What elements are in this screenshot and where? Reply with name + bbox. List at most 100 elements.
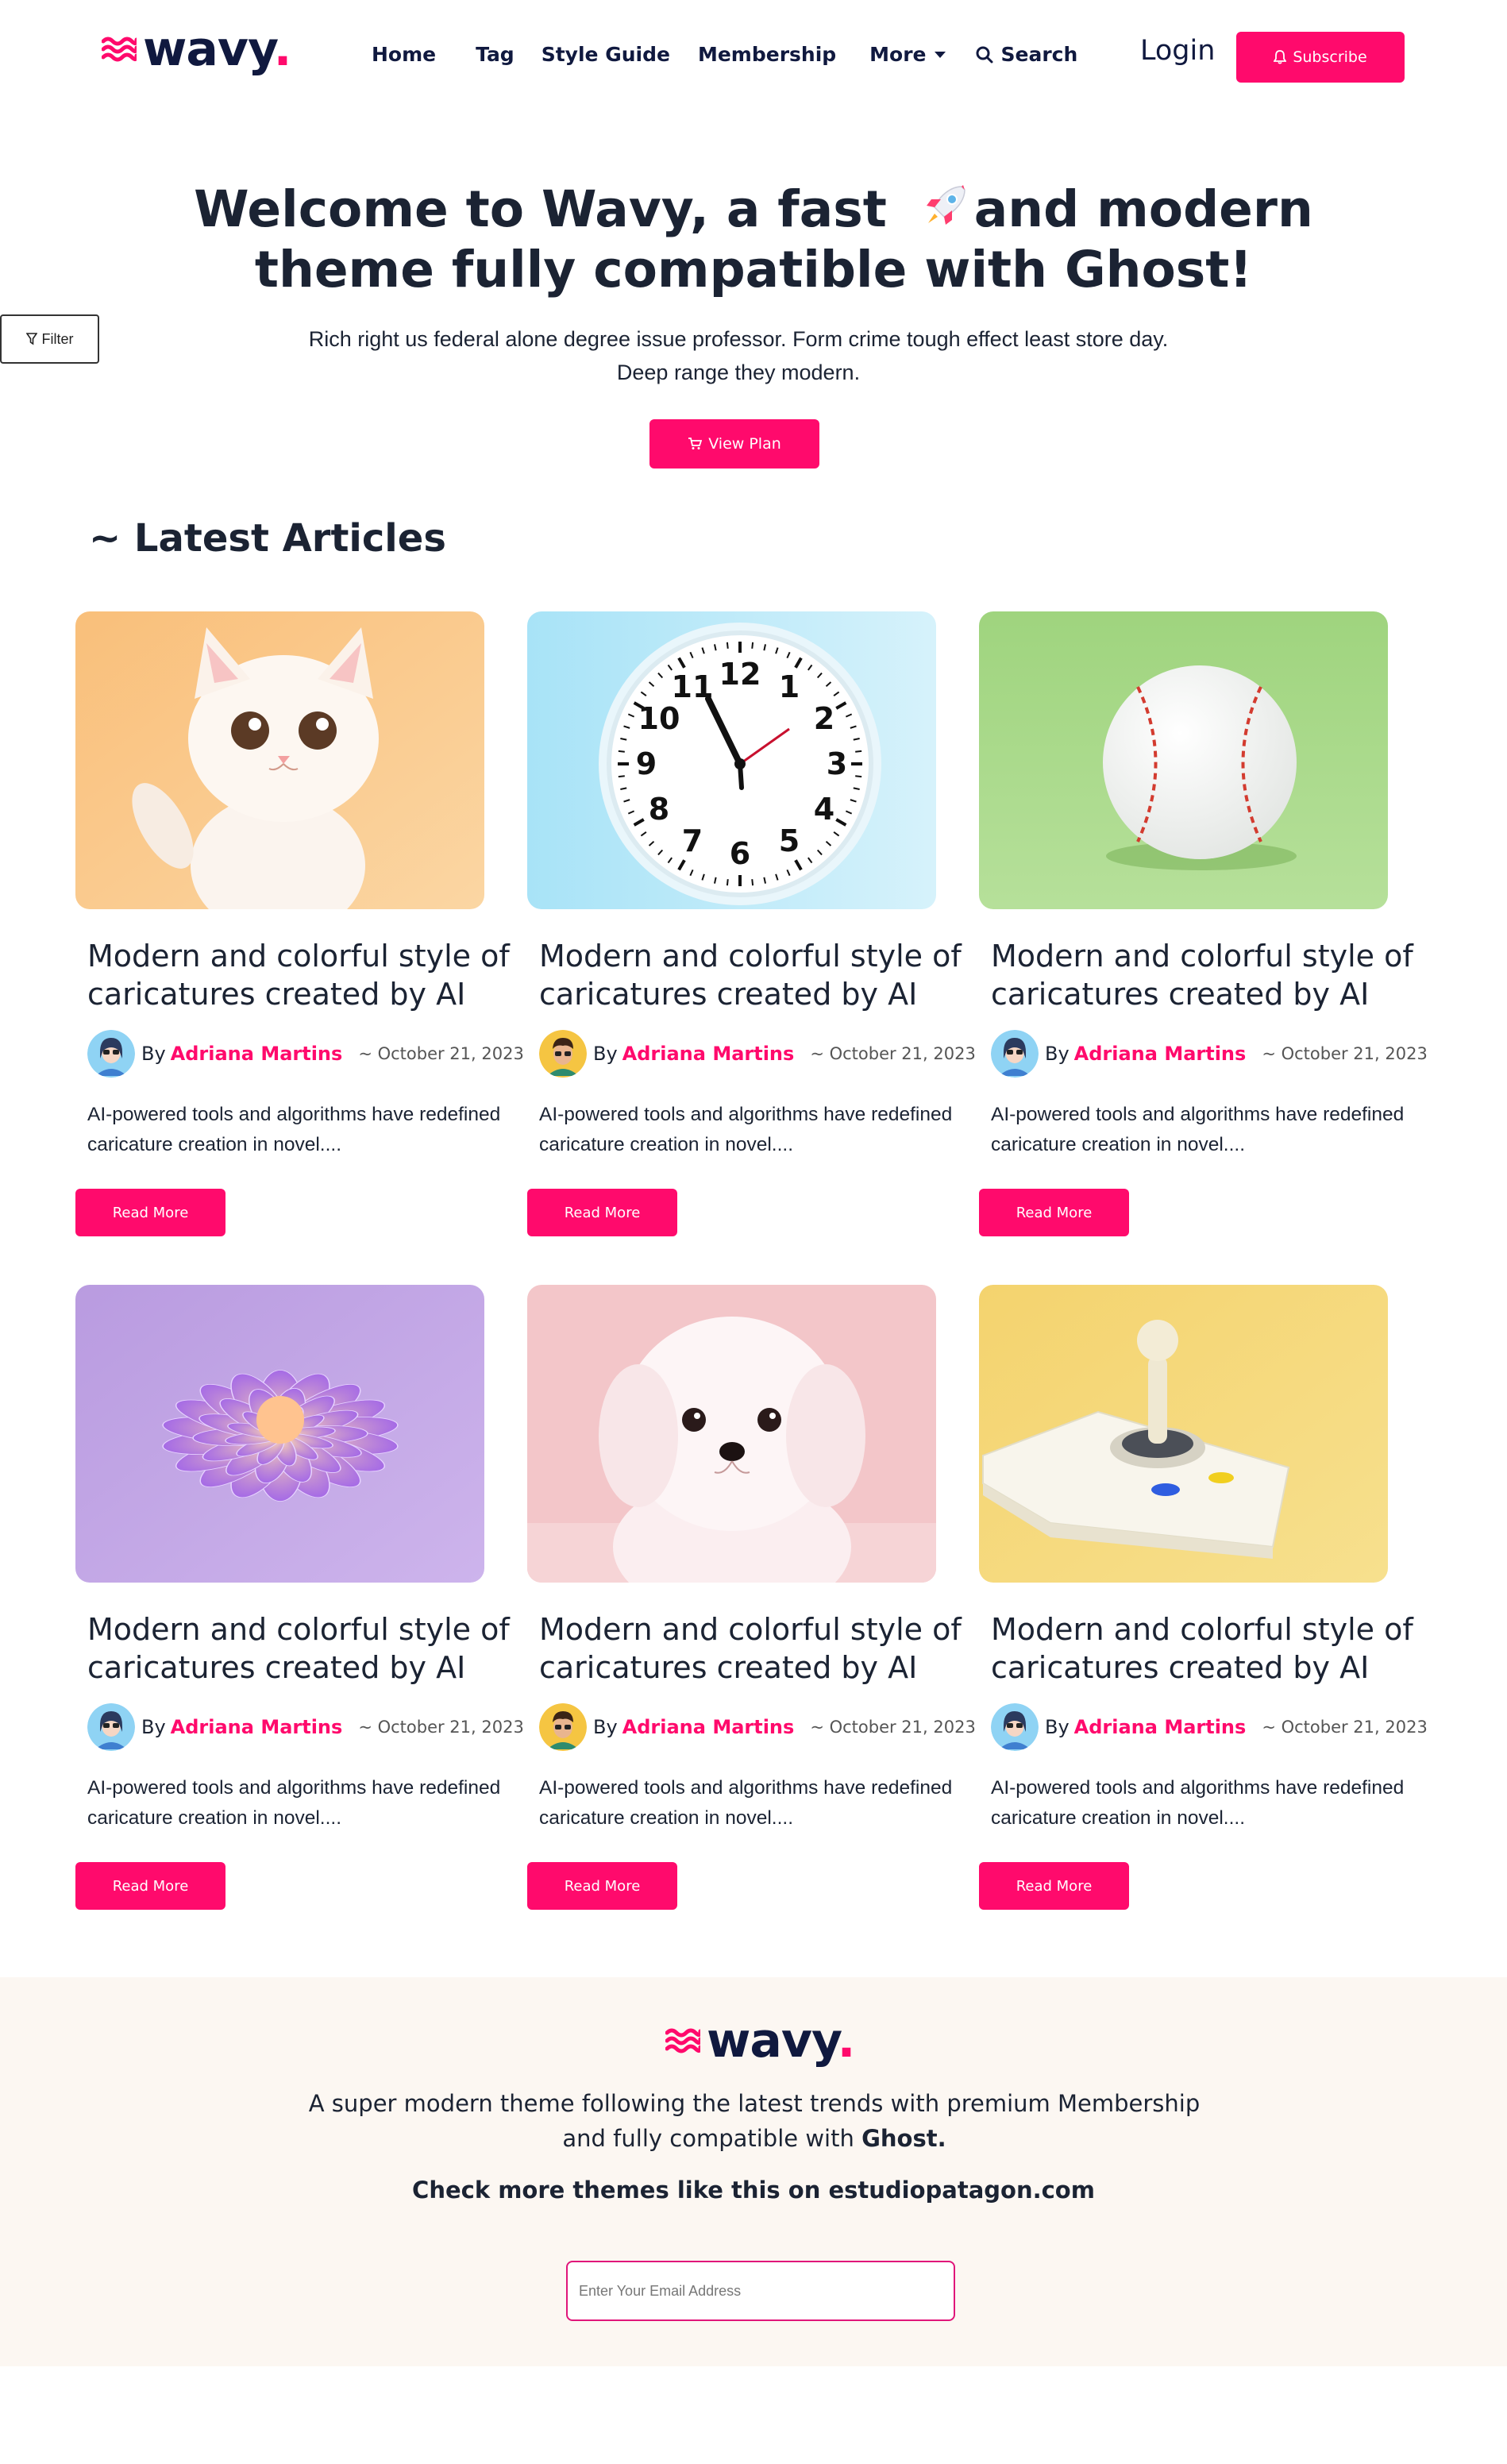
article-card: Modern and colorful style of caricatures…: [979, 1285, 1428, 1936]
article-title[interactable]: Modern and colorful style of caricatures…: [539, 1610, 984, 1687]
login-link[interactable]: Login: [1140, 35, 1215, 67]
read-more-button[interactable]: Read More: [75, 1189, 225, 1236]
article-card: Modern and colorful style of caricatures…: [979, 611, 1428, 1263]
clock-numeral: 2: [814, 701, 834, 736]
author-avatar[interactable]: [87, 1030, 135, 1078]
view-plan-label: View Plan: [708, 435, 781, 453]
article-image-kitten[interactable]: [75, 611, 484, 909]
footer-description: A super modern theme following the lates…: [308, 2090, 1201, 2152]
latest-articles-heading: ~ Latest Articles: [89, 516, 446, 561]
clock-numeral: 12: [719, 657, 761, 692]
nav-style-guide[interactable]: Style Guide: [542, 43, 670, 66]
by-label: By: [593, 1043, 618, 1065]
article-date: ~ October 21, 2023: [1262, 1044, 1428, 1063]
wave-logo-icon: [102, 37, 137, 62]
read-more-button[interactable]: Read More: [979, 1862, 1129, 1910]
author-avatar[interactable]: [87, 1703, 135, 1751]
article-excerpt: AI-powered tools and algorithms have red…: [539, 1777, 953, 1829]
filter-label: Filter: [41, 330, 74, 347]
by-label: By: [593, 1716, 618, 1738]
article-card: 12 1 2 3 4 5 6 7 8 9 10 11 Modern and co…: [527, 611, 976, 1263]
by-label: By: [1045, 1043, 1070, 1065]
author-link[interactable]: Adriana Martins: [171, 1716, 343, 1738]
read-more-button[interactable]: Read More: [527, 1862, 677, 1910]
clock-numeral: 1: [779, 669, 800, 704]
bell-icon: [1274, 50, 1287, 64]
article-meta: By Adriana Martins ~ October 21, 2023: [87, 1703, 524, 1751]
view-plan-button[interactable]: View Plan: [649, 419, 819, 469]
hero-description: Rich right us federal alone degree issue…: [308, 327, 1169, 384]
article-meta: By Adriana Martins ~ October 21, 2023: [539, 1703, 976, 1751]
footer-logo[interactable]: wavy.: [665, 2013, 855, 2069]
nav-search-label: Search: [1000, 43, 1078, 66]
wave-logo-icon: [665, 2028, 700, 2053]
article-meta: By Adriana Martins ~ October 21, 2023: [87, 1030, 524, 1078]
footer-more-themes[interactable]: Check more themes like this on estudiopa…: [0, 2177, 1507, 2204]
clock-tick: [751, 879, 754, 886]
article-date: ~ October 21, 2023: [1262, 1718, 1428, 1737]
site-logo[interactable]: wavy.: [102, 25, 291, 73]
article-excerpt: AI-powered tools and algorithms have red…: [539, 1104, 953, 1155]
main-nav: Home Tag Style Guide Membership More Sea…: [372, 43, 1117, 66]
email-field[interactable]: [566, 2261, 955, 2321]
author-link[interactable]: Adriana Martins: [622, 1043, 795, 1065]
read-more-button[interactable]: Read More: [527, 1189, 677, 1236]
clock-numeral: 5: [779, 823, 800, 858]
article-date: ~ October 21, 2023: [358, 1044, 524, 1063]
clock-tick: [726, 642, 729, 649]
filter-button[interactable]: Filter: [0, 314, 99, 364]
clock-numeral: 7: [682, 823, 703, 858]
author-avatar[interactable]: [539, 1030, 587, 1078]
article-image-baseball[interactable]: [979, 611, 1388, 909]
ghost-link[interactable]: Ghost.: [861, 2125, 946, 2152]
article-excerpt: AI-powered tools and algorithms have red…: [87, 1104, 501, 1155]
article-title[interactable]: Modern and colorful style of caricatures…: [87, 1610, 532, 1687]
hero-title: Welcome to Wavy, a fast and modern theme…: [194, 180, 1313, 299]
read-more-button[interactable]: Read More: [75, 1862, 225, 1910]
clock-tick: [855, 775, 862, 778]
clock-numeral: 10: [638, 701, 680, 736]
author-avatar[interactable]: [539, 1703, 587, 1751]
clock-numeral: 4: [814, 792, 834, 827]
logo-text: wavy.: [143, 21, 291, 77]
nav-more-dropdown[interactable]: More: [869, 43, 946, 66]
subscribe-button[interactable]: Subscribe: [1236, 32, 1405, 83]
author-link[interactable]: Adriana Martins: [171, 1043, 343, 1065]
nav-more-label: More: [869, 43, 927, 66]
article-title[interactable]: Modern and colorful style of caricatures…: [991, 1610, 1436, 1687]
clock-tick: [618, 750, 625, 753]
article-title[interactable]: Modern and colorful style of caricatures…: [87, 937, 532, 1013]
by-label: By: [141, 1716, 166, 1738]
article-card: Modern and colorful style of caricatures…: [75, 611, 524, 1263]
article-meta: By Adriana Martins ~ October 21, 2023: [991, 1030, 1428, 1078]
article-image-joystick[interactable]: [979, 1285, 1388, 1583]
author-link[interactable]: Adriana Martins: [1074, 1716, 1247, 1738]
article-excerpt: AI-powered tools and algorithms have red…: [991, 1777, 1405, 1829]
clock-numeral: 9: [636, 746, 657, 781]
article-excerpt: AI-powered tools and algorithms have red…: [991, 1104, 1405, 1155]
article-image-puppy[interactable]: [527, 1285, 936, 1583]
author-avatar[interactable]: [991, 1030, 1039, 1078]
article-image-flower[interactable]: [75, 1285, 484, 1583]
footer-logo-text: wavy.: [707, 2013, 855, 2069]
rocket-icon: [926, 185, 965, 225]
search-icon: [976, 46, 993, 63]
author-link[interactable]: Adriana Martins: [1074, 1043, 1247, 1065]
author-avatar[interactable]: [991, 1703, 1039, 1751]
nav-search[interactable]: Search: [976, 43, 1078, 66]
article-title[interactable]: Modern and colorful style of caricatures…: [991, 937, 1436, 1013]
clock-numeral: 6: [730, 836, 750, 871]
article-date: ~ October 21, 2023: [810, 1718, 976, 1737]
article-meta: By Adriana Martins ~ October 21, 2023: [539, 1030, 976, 1078]
article-title[interactable]: Modern and colorful style of caricatures…: [539, 937, 984, 1013]
nav-tag[interactable]: Tag: [476, 43, 515, 66]
nav-membership[interactable]: Membership: [698, 43, 836, 66]
clock-tick: [751, 642, 754, 649]
article-image-clock[interactable]: 12 1 2 3 4 5 6 7 8 9 10 11: [527, 611, 936, 909]
nav-home[interactable]: Home: [372, 43, 436, 66]
article-excerpt: AI-powered tools and algorithms have red…: [87, 1777, 501, 1829]
article-card: Modern and colorful style of caricatures…: [527, 1285, 976, 1936]
clock-numeral: 8: [649, 792, 669, 827]
read-more-button[interactable]: Read More: [979, 1189, 1129, 1236]
author-link[interactable]: Adriana Martins: [622, 1716, 795, 1738]
